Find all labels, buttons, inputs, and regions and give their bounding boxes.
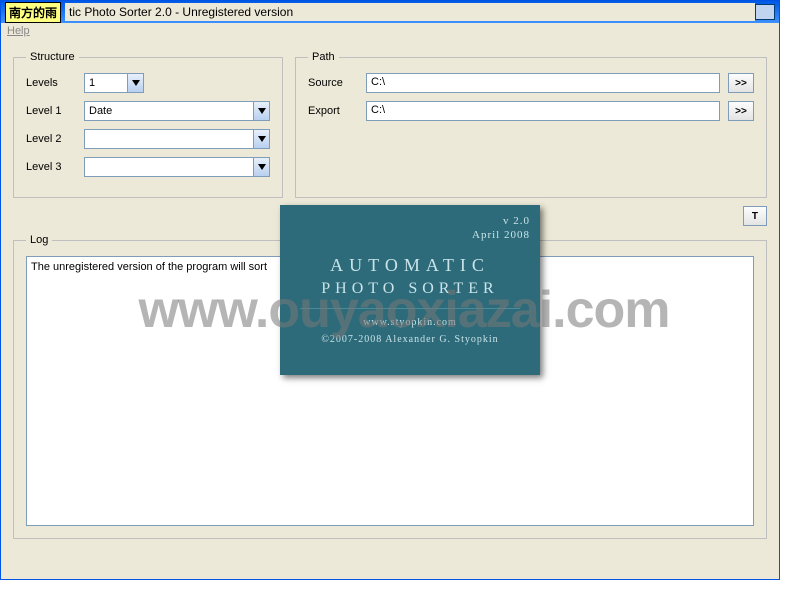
level1-value: Date — [89, 105, 112, 117]
chevron-down-icon[interactable] — [253, 102, 269, 120]
levels-label: Levels — [26, 77, 76, 89]
menubar: Help — [1, 23, 779, 43]
export-input[interactable]: C:\ — [366, 101, 720, 121]
level2-label: Level 2 — [26, 133, 76, 145]
divider — [300, 308, 520, 309]
level1-label: Level 1 — [26, 105, 76, 117]
structure-group: Structure Levels 1 Level 1 Date — [13, 51, 283, 198]
level3-combo[interactable] — [84, 157, 270, 177]
path-group: Path Source C:\ >> Export C:\ >> — [295, 51, 767, 198]
splash-url: www.styopkin.com — [290, 317, 530, 328]
structure-legend: Structure — [26, 51, 79, 63]
levels-value: 1 — [89, 77, 95, 89]
splash-date: April 2008 — [290, 229, 530, 241]
source-label: Source — [308, 77, 358, 89]
chevron-down-icon[interactable] — [127, 74, 143, 92]
chevron-down-icon[interactable] — [253, 130, 269, 148]
source-input[interactable]: C:\ — [366, 73, 720, 93]
level1-combo[interactable]: Date — [84, 101, 270, 121]
splash-title-1: Automatic — [290, 255, 530, 276]
splash-version: v 2.0 — [290, 215, 530, 227]
level2-combo[interactable] — [84, 129, 270, 149]
splash-copyright: ©2007-2008 Alexander G. Styopkin — [290, 334, 530, 345]
log-legend: Log — [26, 234, 52, 246]
titlebar[interactable]: 南方的雨 tic Photo Sorter 2.0 - Unregistered… — [1, 1, 779, 23]
export-browse-button[interactable]: >> — [728, 101, 754, 121]
minimize-button[interactable] — [755, 4, 775, 20]
menu-help[interactable]: Help — [7, 25, 30, 37]
source-browse-button[interactable]: >> — [728, 73, 754, 93]
window-title: tic Photo Sorter 2.0 - Unregistered vers… — [65, 3, 755, 21]
splash-dialog[interactable]: v 2.0 April 2008 Automatic Photo Sorter … — [280, 205, 540, 375]
path-legend: Path — [308, 51, 339, 63]
splash-title-2: Photo Sorter — [290, 280, 530, 298]
title-badge: 南方的雨 — [5, 2, 61, 23]
chevron-down-icon[interactable] — [253, 158, 269, 176]
log-text: The unregistered version of the program … — [31, 261, 267, 273]
action-button-partial[interactable]: T — [743, 206, 767, 226]
export-label: Export — [308, 105, 358, 117]
level3-label: Level 3 — [26, 161, 76, 173]
levels-combo[interactable]: 1 — [84, 73, 144, 93]
